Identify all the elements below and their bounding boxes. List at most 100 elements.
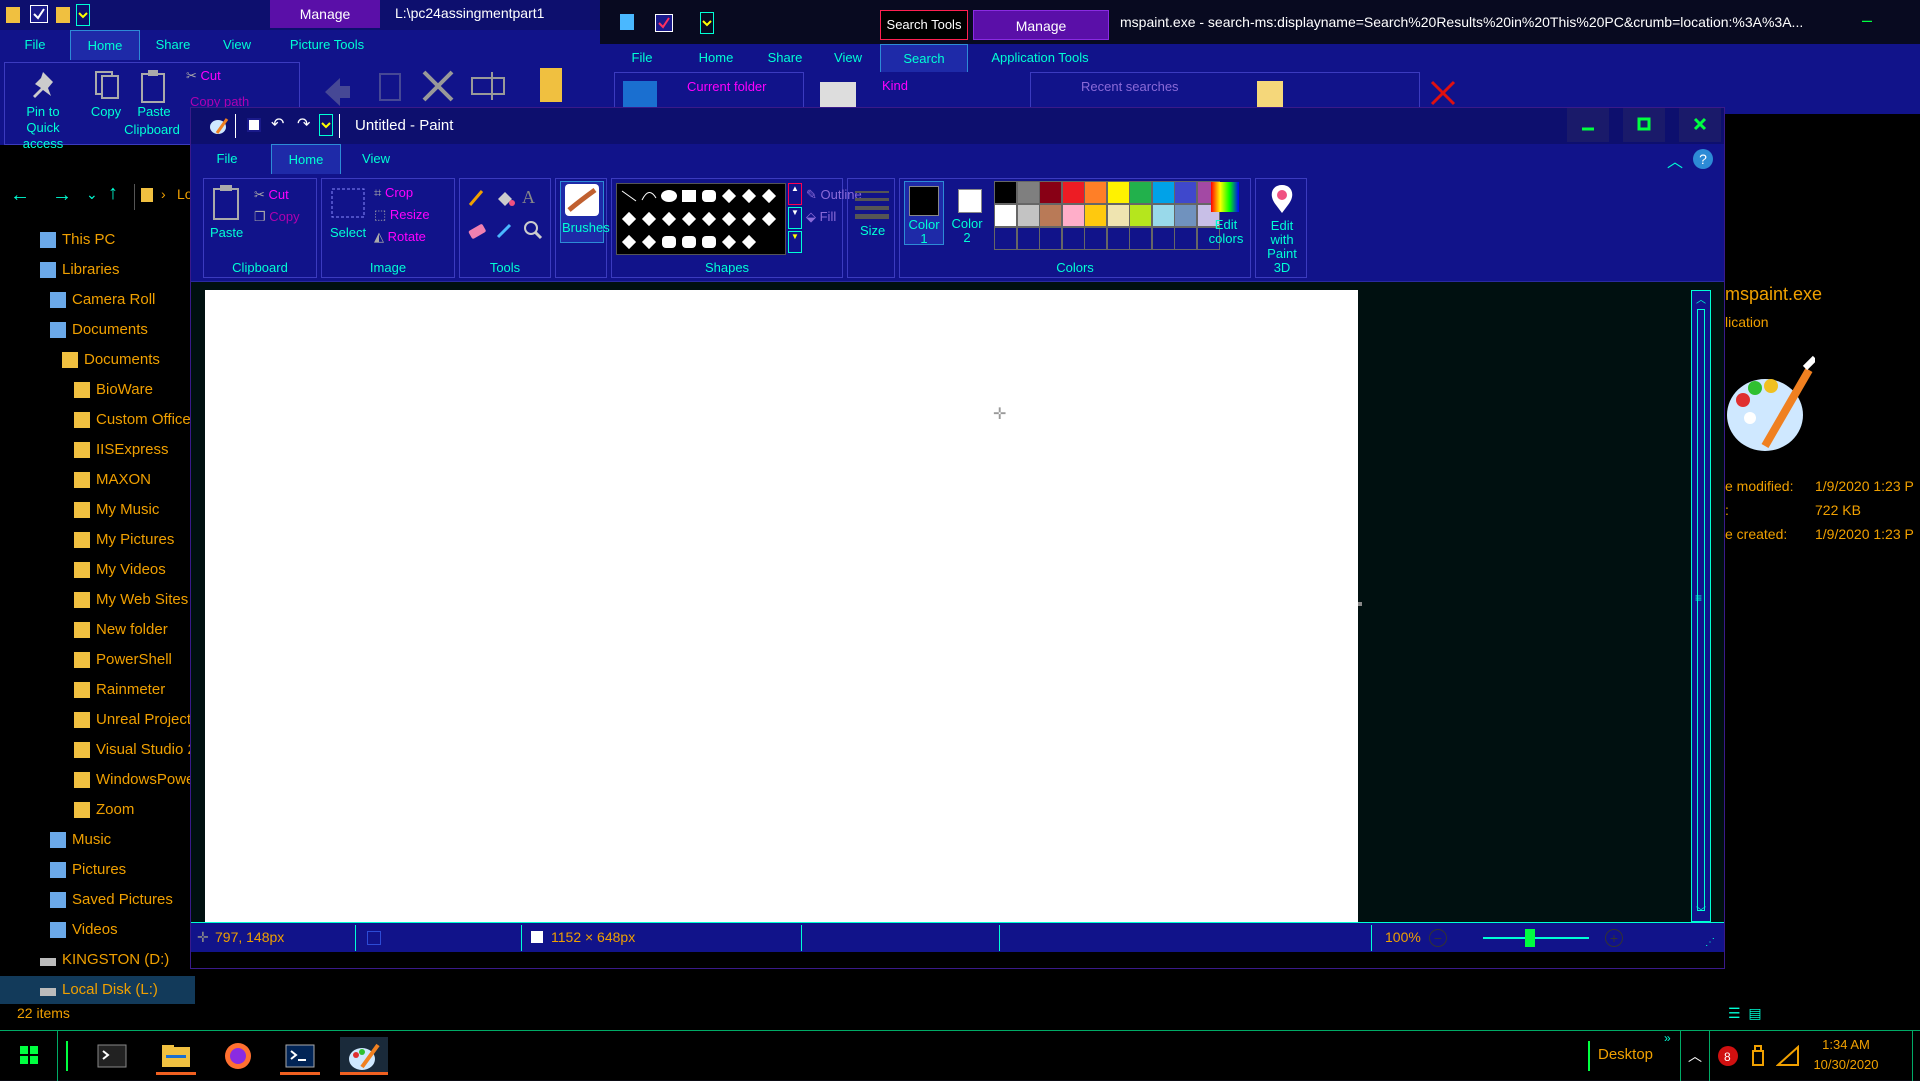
scroll-up-icon[interactable]: ︿ (1692, 291, 1710, 309)
triangle-shape-icon[interactable] (741, 188, 757, 204)
shapes-gallery[interactable] (616, 183, 786, 255)
resize-button[interactable]: ⬚ Resize (374, 207, 430, 223)
tree-item[interactable]: New folder (0, 616, 195, 644)
tab-share[interactable]: Share (148, 30, 198, 60)
collapse-ribbon-icon[interactable]: ︿ (1667, 148, 1683, 172)
resize-grip-icon[interactable]: ⋰ (1705, 937, 1715, 948)
recent-locations-icon[interactable]: ⌄ (86, 186, 98, 203)
file-explorer-taskbar-icon[interactable] (156, 1037, 196, 1075)
tree-item[interactable]: IISExpress (0, 436, 195, 464)
palette-swatch[interactable] (994, 204, 1017, 227)
cut-button[interactable]: ✂ Cut (254, 187, 289, 203)
customize-quick-access-icon[interactable] (319, 114, 333, 136)
tab-file[interactable]: File (10, 30, 60, 60)
tree-item[interactable]: My Pictures (0, 526, 195, 554)
fill-button[interactable]: ⬙ Fill (806, 209, 836, 225)
show-desktop-button[interactable] (1912, 1031, 1920, 1081)
palette-swatch[interactable] (1129, 204, 1152, 227)
zoom-slider-track[interactable] (1483, 937, 1589, 939)
palette-empty-swatch[interactable] (1039, 227, 1062, 250)
tab-view[interactable]: View (212, 30, 262, 60)
firefox-taskbar-icon[interactable] (218, 1037, 258, 1075)
four-point-star-shape-icon[interactable] (761, 211, 777, 227)
tree-item[interactable]: Unreal Projects (0, 706, 195, 734)
tree-item[interactable]: Documents (0, 346, 195, 374)
diamond-shape-icon[interactable] (621, 211, 637, 227)
tree-item[interactable]: Videos (0, 916, 195, 944)
tree-item[interactable]: Custom Office (0, 406, 195, 434)
palette-swatch[interactable] (1061, 204, 1085, 227)
palette-swatch[interactable] (1016, 204, 1040, 227)
palette-empty-swatch[interactable] (1151, 227, 1175, 250)
tree-item[interactable]: KINGSTON (D:) (0, 946, 195, 974)
left-arrow-shape-icon[interactable] (701, 211, 717, 227)
tab-home[interactable]: Home (688, 44, 744, 72)
antivirus-tray-icon[interactable]: 8 (1716, 1043, 1740, 1069)
palette-empty-swatch[interactable] (1084, 227, 1107, 250)
callout-oval-shape-icon[interactable] (682, 236, 696, 248)
heart-shape-icon[interactable] (721, 234, 737, 250)
five-point-star-shape-icon[interactable] (621, 234, 637, 250)
six-point-star-shape-icon[interactable] (641, 234, 657, 250)
tab-home[interactable]: Home (70, 30, 140, 60)
new-folder-icon[interactable] (56, 7, 70, 23)
palette-swatch[interactable] (1039, 204, 1062, 227)
recent-searches-button[interactable]: Recent searches (1081, 79, 1179, 94)
minimize-button[interactable] (1567, 108, 1609, 142)
palette-swatch[interactable] (1106, 181, 1130, 204)
tree-item[interactable]: Saved Pictures (0, 886, 195, 914)
polygon-shape-icon[interactable] (721, 188, 737, 204)
palette-swatch[interactable] (1039, 181, 1062, 204)
tab-view[interactable]: View (351, 144, 401, 174)
eraser-icon[interactable] (466, 219, 488, 241)
color-picker-icon[interactable] (494, 219, 516, 241)
current-folder-button[interactable]: Current folder (687, 79, 766, 94)
palette-empty-swatch[interactable] (1129, 227, 1152, 250)
palette-empty-swatch[interactable] (1016, 227, 1040, 250)
tree-item[interactable]: PowerShell (0, 646, 195, 674)
tree-item[interactable]: My Music (0, 496, 195, 524)
curve-shape-icon[interactable] (641, 192, 657, 201)
edit-colors-button[interactable]: Edit colors (1201, 180, 1251, 256)
tree-item[interactable]: Pictures (0, 856, 195, 884)
tree-item[interactable]: Documents (0, 316, 195, 344)
terminal-taskbar-icon[interactable] (92, 1037, 132, 1075)
vertical-scrollbar[interactable]: ︿ ≡ ﹀ (1691, 290, 1711, 922)
pentagon-shape-icon[interactable] (641, 211, 657, 227)
lightning-shape-icon[interactable] (741, 234, 757, 250)
scroll-thumb[interactable] (1697, 309, 1705, 911)
tree-item[interactable]: This PC (0, 226, 195, 254)
right-arrow-shape-icon[interactable] (681, 211, 697, 227)
crop-button[interactable]: ⌗ Crop (374, 185, 413, 201)
palette-empty-swatch[interactable] (994, 227, 1017, 250)
tab-search[interactable]: Search (880, 44, 968, 72)
help-icon[interactable]: ? (1693, 149, 1713, 169)
toolbar-expand-icon[interactable]: » (1664, 1031, 1671, 1045)
rounded-rectangle-shape-icon[interactable] (702, 190, 716, 202)
rename-icon[interactable] (468, 68, 508, 104)
palette-swatch[interactable] (1151, 181, 1175, 204)
show-hidden-icons-button[interactable]: ︿ (1680, 1031, 1710, 1081)
paint-taskbar-icon[interactable] (340, 1037, 388, 1075)
paste-button[interactable]: Paste (132, 66, 176, 120)
copy-button[interactable]: Copy (84, 66, 128, 120)
zoom-in-icon[interactable]: + (1605, 929, 1623, 947)
tree-item[interactable]: MAXON (0, 466, 195, 494)
zoom-out-icon[interactable]: − (1429, 929, 1447, 947)
zoom-slider-thumb[interactable] (1525, 929, 1535, 947)
tree-item[interactable]: My Web Sites (0, 586, 195, 614)
paint-app-icon[interactable] (209, 117, 229, 135)
paste-button[interactable]: Paste (208, 183, 246, 255)
powershell-taskbar-icon[interactable] (280, 1037, 320, 1075)
properties-icon[interactable] (30, 5, 48, 23)
tree-item[interactable]: Rainmeter (0, 676, 195, 704)
tab-share[interactable]: Share (760, 44, 810, 72)
start-button[interactable] (0, 1031, 58, 1081)
close-button[interactable] (1679, 108, 1721, 142)
color1-button[interactable]: Color 1 (904, 181, 944, 246)
more-shapes-icon[interactable]: ▼ (788, 231, 802, 253)
tree-item[interactable]: Local Disk (L:) (0, 976, 195, 1004)
scroll-up-icon[interactable]: ▲ (788, 183, 802, 205)
size-button[interactable]: Size (852, 183, 892, 255)
palette-swatch[interactable] (1151, 204, 1175, 227)
